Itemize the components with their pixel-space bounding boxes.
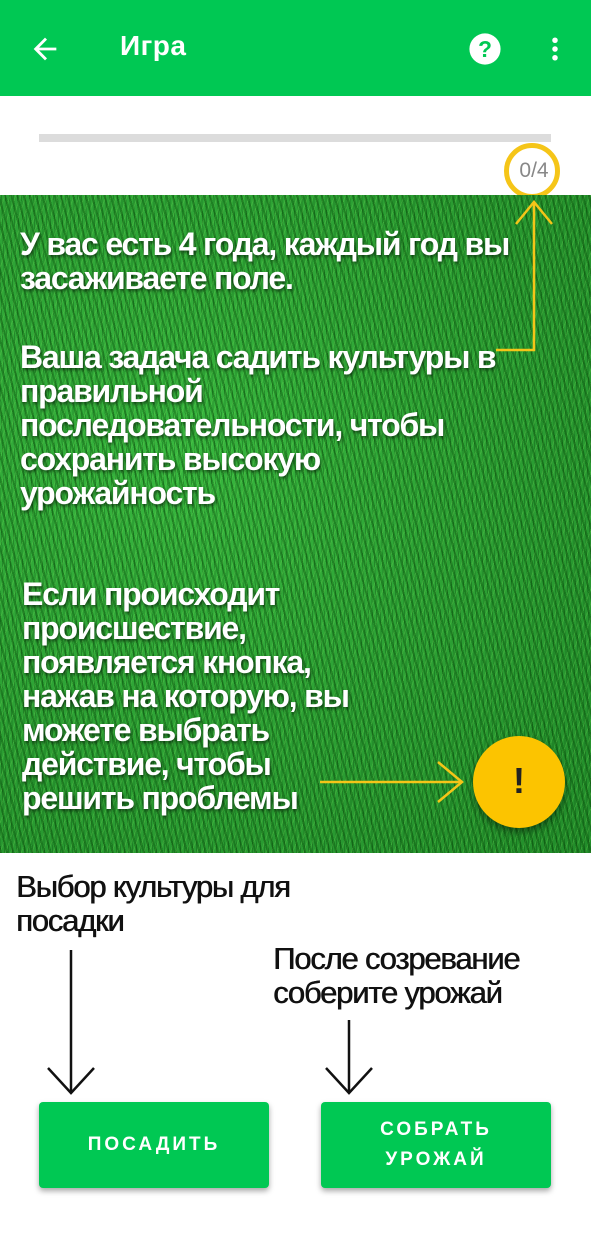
arrow-to-harvest	[325, 1020, 373, 1095]
plant-button[interactable]: ПОСАДИТЬ	[39, 1102, 269, 1188]
arrow-to-fab	[320, 761, 464, 803]
harvest-button[interactable]: СОБРАТЬ УРОЖАЙ	[321, 1102, 551, 1188]
arrow-to-plant	[47, 950, 95, 1095]
harvest-button-label: СОБРАТЬ УРОЖАЙ	[380, 1119, 492, 1170]
tutorial-arrows	[47, 200, 553, 1095]
arrow-to-progress	[496, 200, 553, 352]
plant-button-label: ПОСАДИТЬ	[87, 1134, 221, 1155]
